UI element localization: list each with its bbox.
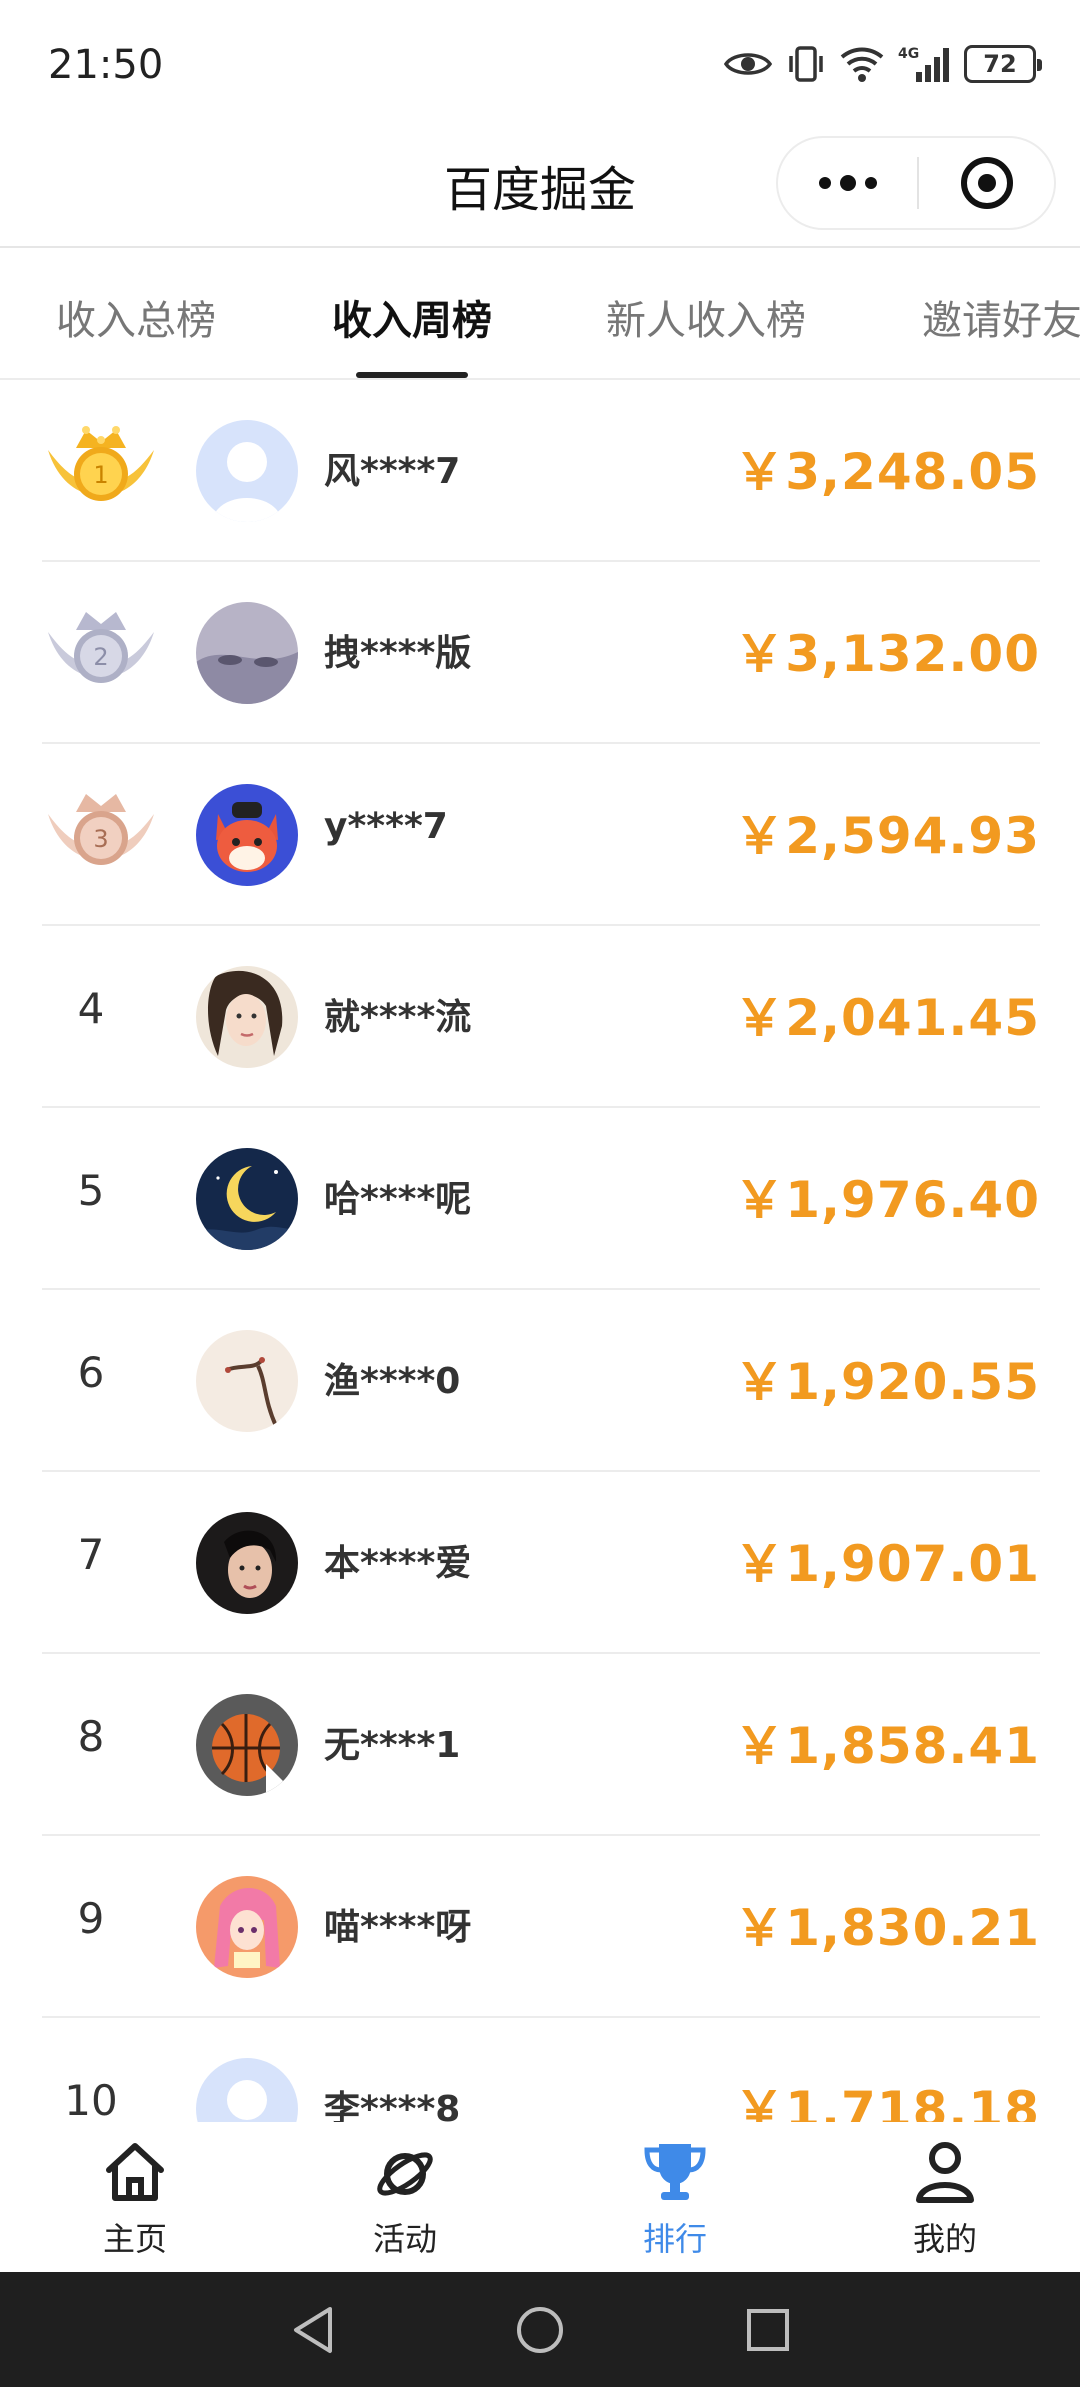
battery-icon: 72 bbox=[964, 45, 1042, 83]
ranking-list: 1 风****7 ￥3,248.05 2 拽****版 ￥3,132.00 3 … bbox=[0, 380, 1080, 2122]
rank-number: 6 bbox=[77, 1348, 105, 1397]
username: y****7 bbox=[324, 806, 448, 847]
svg-text:3: 3 bbox=[93, 825, 108, 853]
vibrate-icon bbox=[786, 44, 826, 84]
ranking-row[interactable]: 6 渔****0 ￥1,920.55 bbox=[42, 1290, 1040, 1472]
income-amount: ￥1,858.41 bbox=[734, 1717, 1040, 1775]
woman-portrait-avatar bbox=[196, 966, 298, 1068]
username: 渔****0 bbox=[324, 1361, 461, 1402]
silver-crown-medal-icon: 2 bbox=[42, 602, 154, 702]
ranking-row[interactable]: 2 拽****版 ￥3,132.00 bbox=[42, 562, 1040, 744]
income-amount: ￥2,041.45 bbox=[734, 989, 1040, 1047]
woman-photo-avatar bbox=[196, 1512, 298, 1614]
nav-label: 主页 bbox=[102, 2220, 167, 2258]
record-close-icon[interactable] bbox=[919, 157, 1054, 209]
tab-invite-friends[interactable]: 邀请好友 bbox=[922, 288, 1080, 346]
tab-weekly-income[interactable]: 收入周榜 bbox=[332, 288, 492, 346]
home-icon bbox=[106, 2143, 164, 2201]
income-amount: ￥1,907.01 bbox=[734, 1535, 1040, 1593]
default-avatar bbox=[196, 420, 298, 522]
username: 李****8 bbox=[324, 2089, 461, 2122]
income-amount: ￥1,718.18 bbox=[734, 2081, 1040, 2122]
tab-total-income[interactable]: 收入总榜 bbox=[56, 288, 216, 346]
nav-label: 活动 bbox=[372, 2220, 437, 2258]
title-bar: 百度掘金 bbox=[0, 130, 1080, 248]
more-dots-icon[interactable] bbox=[778, 138, 917, 228]
income-amount: ￥1,976.40 bbox=[734, 1171, 1040, 1229]
user-icon bbox=[916, 2142, 974, 2203]
income-amount: ￥2,594.93 bbox=[734, 807, 1040, 865]
rank-number: 10 bbox=[64, 2076, 118, 2122]
ranking-row[interactable]: 9 喵****呀 ￥1,830.21 bbox=[42, 1836, 1040, 2018]
branch-art-avatar bbox=[196, 1330, 298, 1432]
home-circle-icon[interactable] bbox=[512, 2302, 568, 2358]
gold-crown-medal-icon: 1 bbox=[42, 420, 154, 520]
svg-text:2: 2 bbox=[93, 643, 108, 671]
ranking-row[interactable]: 3 y****7 ￥2,594.93 bbox=[42, 744, 1040, 926]
rank-number: 4 bbox=[77, 984, 105, 1033]
svg-text:4G: 4G bbox=[898, 46, 919, 62]
income-amount: ￥1,830.21 bbox=[734, 1899, 1040, 1957]
active-tab-indicator bbox=[356, 372, 468, 378]
moon-night-avatar bbox=[196, 1148, 298, 1250]
planet-icon bbox=[377, 2152, 433, 2196]
ranking-row[interactable]: 10 李****8 ￥1,718.18 bbox=[42, 2018, 1040, 2122]
trophy-icon bbox=[644, 2144, 706, 2200]
default-avatar bbox=[196, 2058, 298, 2122]
ranking-row[interactable]: 7 本****爱 ￥1,907.01 bbox=[42, 1472, 1040, 1654]
fox-cartoon-avatar bbox=[196, 784, 298, 886]
photo-avatar bbox=[196, 602, 298, 704]
rank-number: 5 bbox=[77, 1166, 105, 1215]
income-amount: ￥3,248.05 bbox=[734, 443, 1040, 501]
username: 哈****呢 bbox=[324, 1179, 472, 1220]
rank-number: 7 bbox=[77, 1530, 105, 1579]
svg-text:1: 1 bbox=[93, 461, 108, 489]
basketball-avatar bbox=[196, 1694, 298, 1796]
username: 无****1 bbox=[324, 1725, 461, 1766]
ranking-row[interactable]: 8 无****1 ￥1,858.41 bbox=[42, 1654, 1040, 1836]
username: 拽****版 bbox=[324, 633, 472, 674]
nav-label: 我的 bbox=[912, 2220, 977, 2258]
eye-icon bbox=[724, 48, 772, 80]
income-amount: ￥3,132.00 bbox=[734, 625, 1040, 683]
wifi-icon bbox=[840, 45, 884, 83]
status-icons: 4G 72 bbox=[724, 44, 1042, 84]
ranking-row[interactable]: 1 风****7 ￥3,248.05 bbox=[42, 380, 1040, 562]
income-amount: ￥1,920.55 bbox=[734, 1353, 1040, 1411]
recents-icon[interactable] bbox=[740, 2302, 796, 2358]
tab-new-user-income[interactable]: 新人收入榜 bbox=[606, 288, 806, 346]
ranking-row[interactable]: 4 就****流 ￥2,041.45 bbox=[42, 926, 1040, 1108]
bronze-crown-medal-icon: 3 bbox=[42, 784, 154, 884]
ranking-tabs: 收入总榜 收入周榜 新人收入榜 邀请好友 bbox=[0, 250, 1080, 380]
status-time: 21:50 bbox=[48, 42, 164, 88]
back-icon[interactable] bbox=[284, 2302, 340, 2358]
status-bar: 21:50 4G 72 bbox=[0, 0, 1080, 130]
username: 本****爱 bbox=[324, 1543, 472, 1584]
system-nav-bar bbox=[0, 2272, 1080, 2387]
nav-mine[interactable]: 我的 bbox=[810, 2122, 1080, 2272]
username: 就****流 bbox=[324, 997, 472, 1038]
rank-number: 8 bbox=[77, 1712, 105, 1761]
anime-girl-avatar bbox=[196, 1876, 298, 1978]
battery-level: 72 bbox=[983, 50, 1017, 78]
ranking-row[interactable]: 5 哈****呢 ￥1,976.40 bbox=[42, 1108, 1040, 1290]
signal-4g-icon: 4G bbox=[898, 44, 950, 84]
nav-home[interactable]: 主页 bbox=[0, 2122, 270, 2272]
bottom-tab-bar: 主页 活动 排行 我的 bbox=[0, 2122, 1080, 2272]
rank-number: 9 bbox=[77, 1894, 105, 1943]
username: 喵****呀 bbox=[324, 1907, 472, 1948]
nav-label: 排行 bbox=[642, 2220, 707, 2258]
username: 风****7 bbox=[324, 451, 461, 492]
nav-activity[interactable]: 活动 bbox=[270, 2122, 540, 2272]
nav-ranking[interactable]: 排行 bbox=[540, 2122, 810, 2272]
miniprogram-capsule bbox=[776, 136, 1056, 230]
